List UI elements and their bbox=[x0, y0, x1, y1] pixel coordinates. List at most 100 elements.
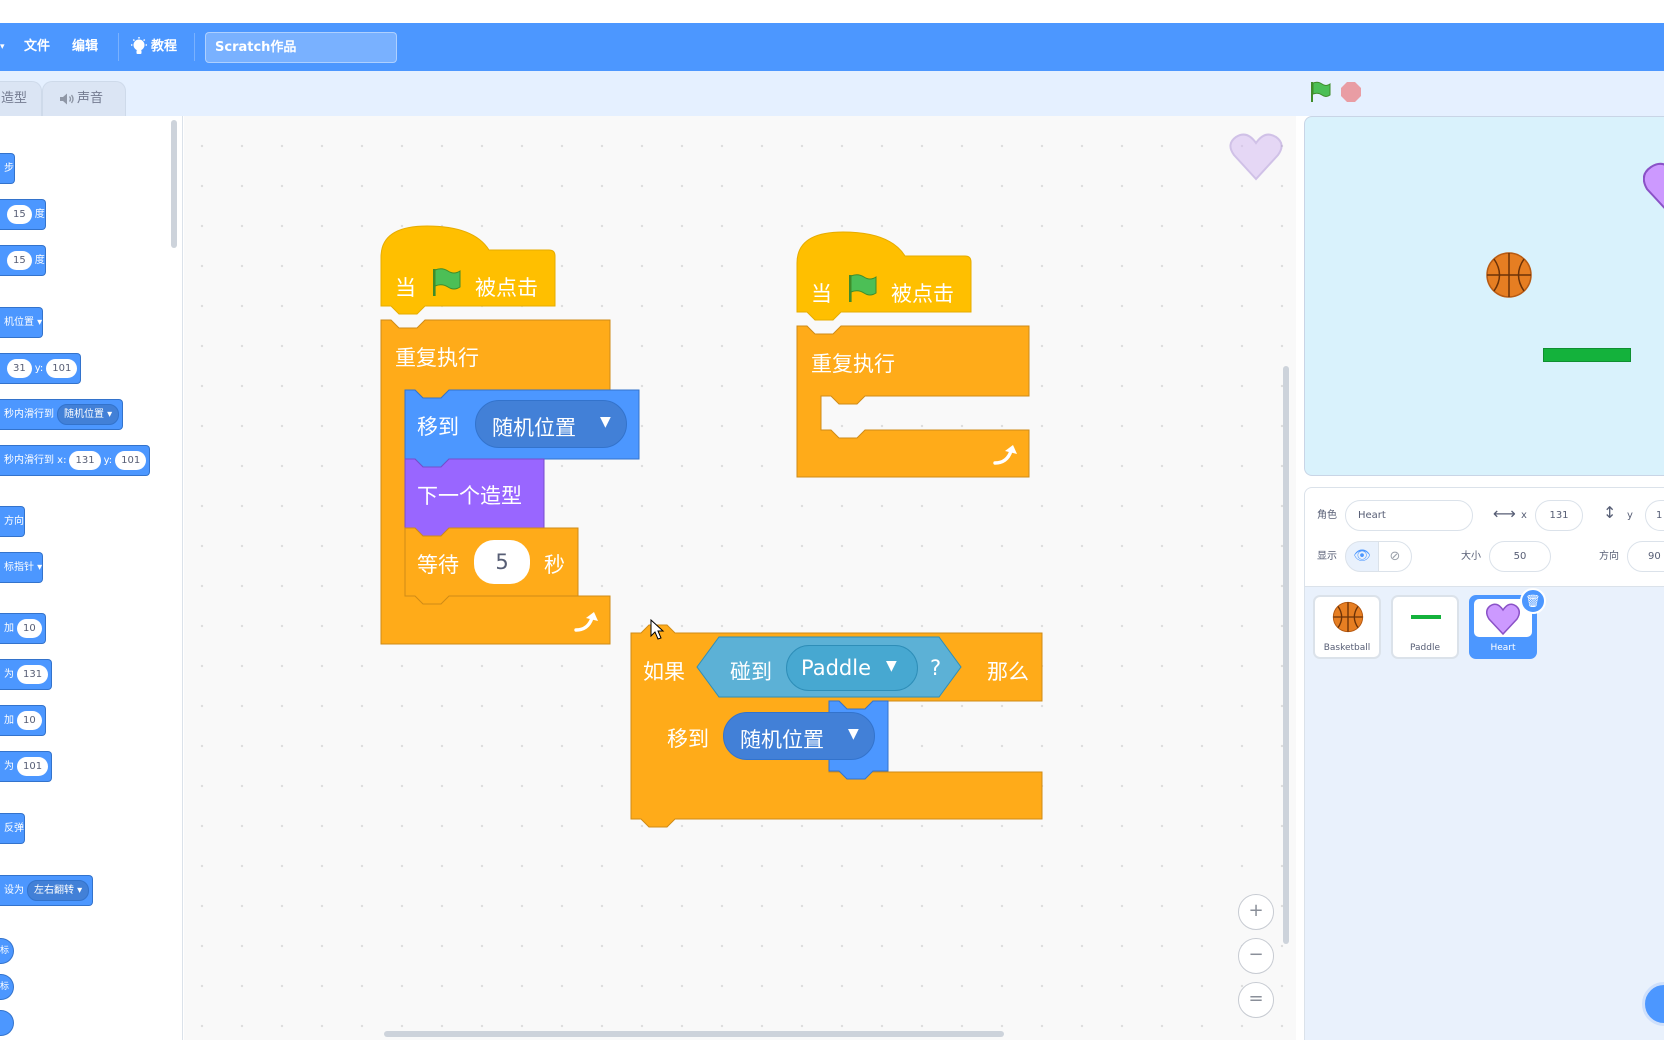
paddle-thumbnail-icon bbox=[1411, 615, 1441, 619]
horizontal-arrows-icon: ⟷ bbox=[1493, 504, 1516, 523]
delete-sprite-button[interactable]: 🗑 bbox=[1520, 588, 1546, 614]
sprite-tile-basketball[interactable]: Basketball bbox=[1313, 595, 1381, 659]
show-visible-button[interactable]: 👁 bbox=[1345, 541, 1379, 572]
block-palette: 步 15 度 15 度 机位置 ▾ 31 y: 101 秒内滑行到 随机位置 ▾ 秒内滑行… bbox=[0, 116, 183, 1040]
palette-block-point-towards[interactable]: 标指针 ▾ bbox=[0, 552, 44, 583]
sprite-name-input[interactable]: Heart bbox=[1345, 500, 1473, 531]
palette-block-dropdown[interactable]: 随机位置 ▾ bbox=[57, 403, 120, 425]
palette-block-input[interactable]: 101 bbox=[115, 450, 147, 470]
palette-dropdown-text: 左右翻转 bbox=[34, 884, 74, 896]
palette-dropdown-text: 随机位置 bbox=[64, 408, 104, 420]
question-mark: ? bbox=[930, 656, 942, 680]
palette-reporter-direction[interactable] bbox=[0, 1010, 14, 1036]
basketball-thumbnail-icon bbox=[1332, 601, 1364, 633]
goto-target-text: 随机位置 bbox=[740, 728, 824, 752]
sprite-list-pane: Basketball Paddle Heart bbox=[1304, 587, 1664, 1040]
palette-block-input[interactable]: 15 bbox=[7, 250, 32, 270]
goto-label: 移到 bbox=[667, 727, 709, 751]
script-3-shapes bbox=[630, 624, 1043, 828]
tab-sounds-label: 声音 bbox=[77, 91, 104, 106]
palette-block-input[interactable]: 10 bbox=[17, 618, 42, 638]
palette-block-set-x[interactable]: 为 131 bbox=[0, 659, 53, 690]
paddle-sprite[interactable] bbox=[1543, 348, 1631, 362]
chevron-down-icon: ▼ bbox=[848, 726, 859, 742]
show-hidden-button[interactable]: ⊘ bbox=[1378, 541, 1412, 572]
trash-icon: 🗑 bbox=[1525, 594, 1541, 608]
language-chevron-icon[interactable]: ▾ bbox=[0, 23, 10, 71]
goto-target-dropdown[interactable]: 随机位置 ▼ bbox=[723, 712, 875, 760]
tutorial-menu[interactable]: 教程 bbox=[130, 23, 177, 71]
zoom-in-icon: + bbox=[1248, 900, 1264, 921]
palette-block-text: 设为 bbox=[4, 885, 24, 896]
palette-block-text: 方向 bbox=[4, 516, 24, 527]
sprite-tile-name: Paddle bbox=[1409, 643, 1440, 653]
touching-target-text: Paddle bbox=[801, 656, 872, 680]
stop-button[interactable] bbox=[1340, 81, 1362, 103]
sprite-tile-paddle[interactable]: Paddle bbox=[1391, 595, 1459, 659]
project-title-input[interactable]: Scratch作品 bbox=[205, 32, 397, 63]
palette-block-text: 度 bbox=[34, 209, 45, 220]
chevron-down-icon: ▼ bbox=[886, 658, 897, 674]
palette-block-goto[interactable]: 机位置 ▾ bbox=[0, 307, 44, 338]
direction-label: 方向 bbox=[1599, 551, 1619, 562]
palette-block-text: 标 bbox=[0, 946, 10, 956]
heart-sprite-icon[interactable] bbox=[1643, 161, 1664, 217]
palette-block-glide-xy[interactable]: 秒内滑行到 x: 131 y: 101 bbox=[0, 445, 151, 476]
edit-menu[interactable]: 编辑 bbox=[72, 23, 98, 71]
tutorial-label: 教程 bbox=[151, 39, 178, 54]
current-sprite-heart-icon bbox=[1229, 133, 1283, 181]
touching-target-dropdown[interactable]: Paddle ▼ bbox=[786, 645, 918, 691]
tab-costumes[interactable]: 造型 bbox=[0, 81, 42, 117]
palette-block-turn-right[interactable]: 15 度 bbox=[0, 199, 46, 230]
palette-block-rotation-style[interactable]: 设为 左右翻转 ▾ bbox=[0, 875, 94, 906]
palette-block-input[interactable]: 10 bbox=[17, 710, 42, 730]
file-menu[interactable]: 文件 bbox=[24, 23, 50, 71]
vertical-arrows-icon: ↕ bbox=[1603, 503, 1617, 522]
zoom-reset-icon: = bbox=[1248, 988, 1264, 1009]
palette-block-set-y[interactable]: 为 101 bbox=[0, 751, 53, 782]
palette-block-point-direction[interactable]: 方向 bbox=[0, 506, 25, 537]
palette-scrollbar[interactable] bbox=[171, 120, 177, 248]
workspace-horizontal-scrollbar[interactable] bbox=[384, 1031, 1004, 1037]
palette-block-text: y: bbox=[34, 363, 44, 374]
palette-block-input[interactable]: 101 bbox=[46, 358, 78, 378]
eye-icon: 👁 bbox=[1353, 548, 1371, 564]
direction-input[interactable]: 90 bbox=[1627, 541, 1664, 572]
palette-block-input[interactable]: 131 bbox=[69, 450, 101, 470]
palette-block-text: 秒内滑行到 x: bbox=[4, 455, 67, 466]
palette-block-text: 机位置 bbox=[4, 317, 34, 328]
if-label: 如果 bbox=[643, 660, 685, 684]
palette-block-turn-left[interactable]: 15 度 bbox=[0, 245, 46, 276]
size-input[interactable]: 50 bbox=[1489, 541, 1551, 572]
palette-block-input[interactable]: 31 bbox=[7, 358, 32, 378]
zoom-out-button[interactable]: − bbox=[1238, 938, 1274, 974]
palette-block-change-y[interactable]: 加 10 bbox=[0, 705, 46, 736]
zoom-reset-button[interactable]: = bbox=[1238, 982, 1274, 1018]
palette-block-goto-xy[interactable]: 31 y: 101 bbox=[0, 353, 82, 384]
palette-reporter-x[interactable]: 标 bbox=[0, 938, 14, 964]
code-workspace[interactable]: 当 被点击 重复执行 移到 随机位置 ▼ 下一个造型 等待 5 秒 当 被点击 … bbox=[184, 116, 1296, 1040]
palette-block-change-x[interactable]: 加 10 bbox=[0, 613, 46, 644]
basketball-sprite-icon[interactable] bbox=[1485, 251, 1533, 299]
sprite-name-label: 角色 bbox=[1317, 510, 1337, 521]
palette-block-glide-to[interactable]: 秒内滑行到 随机位置 ▾ bbox=[0, 399, 124, 430]
x-position-input[interactable]: 131 bbox=[1535, 500, 1583, 531]
y-label: y bbox=[1627, 510, 1633, 521]
zoom-in-button[interactable]: + bbox=[1238, 894, 1274, 930]
green-flag-run-button[interactable] bbox=[1308, 80, 1332, 104]
stage-canvas[interactable] bbox=[1304, 116, 1664, 476]
zoom-out-icon: − bbox=[1248, 944, 1264, 965]
tab-sounds[interactable]: 声音 bbox=[42, 81, 126, 117]
palette-block-input[interactable]: 131 bbox=[17, 664, 49, 684]
palette-block-input[interactable]: 15 bbox=[7, 204, 32, 224]
palette-block-dropdown[interactable]: 左右翻转 ▾ bbox=[27, 879, 90, 901]
palette-block-text: 加 bbox=[4, 623, 14, 634]
palette-block-input[interactable]: 101 bbox=[17, 756, 49, 776]
y-position-input[interactable]: 1 bbox=[1645, 500, 1664, 531]
workspace-vertical-scrollbar[interactable] bbox=[1283, 366, 1289, 944]
lightbulb-icon bbox=[131, 36, 147, 54]
palette-block-text: 反弹 bbox=[4, 823, 24, 834]
palette-block-move[interactable]: 步 bbox=[0, 153, 15, 184]
palette-block-bounce[interactable]: 反弹 bbox=[0, 813, 25, 844]
palette-reporter-y[interactable]: 标 bbox=[0, 974, 14, 1000]
